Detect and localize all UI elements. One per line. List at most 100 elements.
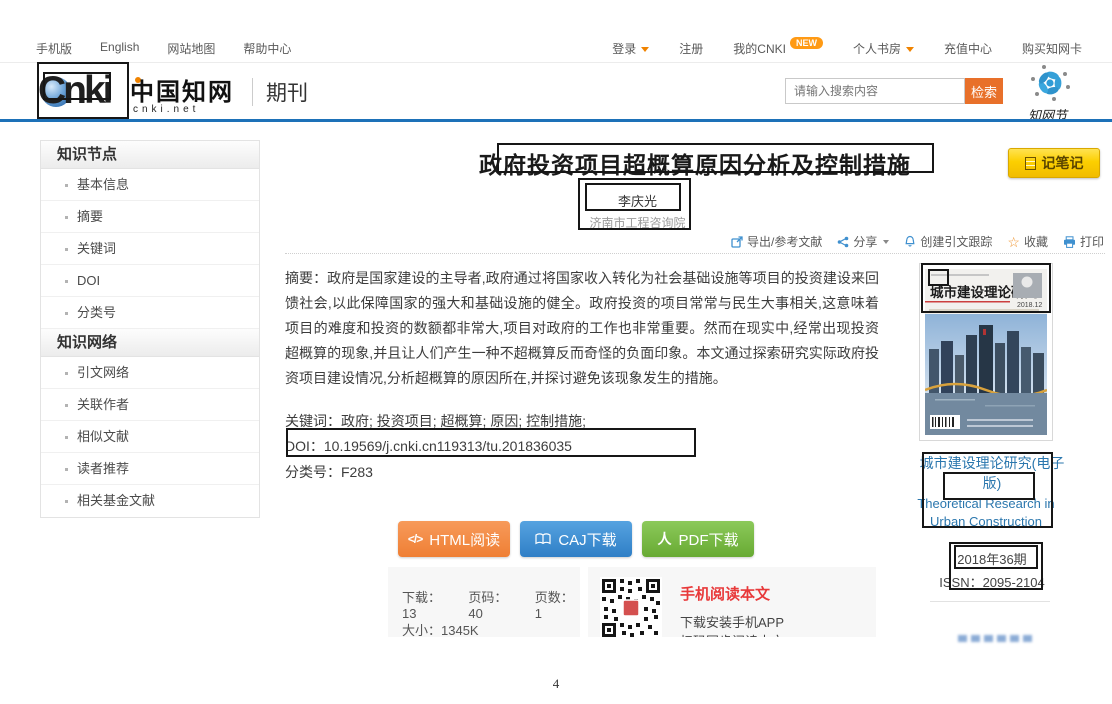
nav-help-center[interactable]: 帮助中心: [243, 40, 291, 57]
section-journal-label: 期刊: [266, 77, 308, 107]
doi-line: DOI：10.19569/j.cnki.cn119313/tu.20183603…: [285, 436, 572, 456]
pdf-download-button[interactable]: 人 PDF下载: [642, 521, 754, 557]
stat-page-number: 页码：40: [468, 587, 520, 621]
nav-sitemap[interactable]: 网站地图: [167, 40, 215, 57]
nav-register[interactable]: 注册: [679, 40, 703, 57]
sidebar-item-doi[interactable]: DOI: [41, 265, 259, 297]
export-icon: [731, 236, 743, 248]
dotted-separator: [285, 253, 1105, 254]
abstract-paragraph: 摘要：政府是国家建设的主导者,政府通过将国家收入转化为社会基础设施等项目的投资建…: [285, 266, 879, 391]
abstract-text: 政府是国家建设的主导者,政府通过将国家收入转化为社会基础设施等项目的投资建设来回…: [285, 270, 879, 386]
mobile-read-panel: 手机阅读本文 下载安装手机APP 扫码同步阅读本文: [588, 567, 876, 637]
print-button[interactable]: 打印: [1063, 233, 1104, 250]
bell-icon: [904, 235, 916, 248]
stat-downloads: 下载：13: [402, 587, 454, 621]
keywords-line: 关键词：政府; 投资项目; 超概算; 原因; 控制措施;: [285, 411, 586, 431]
journal-issue-link[interactable]: 2018年36期: [912, 549, 1072, 568]
header-blue-line: [0, 119, 1112, 122]
page-number: 4: [0, 676, 1112, 692]
printer-icon: [1063, 236, 1076, 248]
favorite-button[interactable]: ☆ 收藏: [1007, 233, 1048, 250]
bullet-icon: [65, 404, 68, 407]
pdf-person-icon: 人: [657, 529, 671, 549]
doi-value: 10.19569/j.cnki.cn119313/tu.201836035: [324, 438, 572, 454]
sidebar-item-reader-recommendation[interactable]: 读者推荐: [41, 453, 259, 485]
nav-mobile-version[interactable]: 手机版: [36, 40, 72, 57]
journal-name-link[interactable]: 城市建设理论研究(电子版): [912, 453, 1072, 493]
logo-domain-text: cnki.net: [133, 104, 199, 115]
stat-size: 大小：1345K: [402, 623, 479, 637]
mobile-read-line1: 下载安装手机APP: [680, 612, 784, 631]
journal-issn: ISSN：2095-2104: [912, 572, 1072, 591]
clipped-link-stub: [958, 635, 1032, 642]
nav-my-cnki[interactable]: 我的CNKINEW: [733, 40, 823, 57]
star-icon: ☆: [1007, 236, 1020, 248]
qr-code: [600, 577, 662, 637]
cnki-node-icon[interactable]: [1022, 62, 1078, 106]
new-badge: NEW: [790, 37, 823, 49]
sidebar-group-knowledge-node: 知识节点: [41, 141, 259, 169]
sidebar-item-basic-info[interactable]: 基本信息: [41, 169, 259, 201]
journal-cover-image[interactable]: 城市建设理论研究 2018.12: [919, 263, 1053, 441]
bullet-icon: [65, 372, 68, 375]
search-input[interactable]: [785, 78, 965, 104]
cnki-article-page: 手机版 English 网站地图 帮助中心 登录 注册 我的CNKINEW 个人…: [0, 0, 1112, 704]
bullet-icon: [65, 312, 68, 315]
nav-personal-study[interactable]: 个人书房: [853, 40, 914, 57]
book-icon: [535, 533, 551, 545]
citation-tracking-button[interactable]: 创建引文跟踪: [904, 233, 992, 250]
chevron-down-icon: [906, 47, 914, 52]
share-icon: [837, 236, 849, 248]
nav-login[interactable]: 登录: [612, 40, 649, 57]
sidebar-item-clc[interactable]: 分类号: [41, 297, 259, 329]
sidebar-item-abstract[interactable]: 摘要: [41, 201, 259, 233]
sidebar-item-related-authors[interactable]: 关联作者: [41, 389, 259, 421]
stat-page-count: 页数：1: [535, 587, 580, 621]
bullet-icon: [65, 436, 68, 439]
nav-english[interactable]: English: [100, 40, 139, 57]
top-divider: [0, 62, 1112, 63]
sidebar-item-related-fund-literature[interactable]: 相关基金文献: [41, 485, 259, 517]
article-affiliation: 济南市工程咨询院: [285, 214, 990, 231]
bullet-icon: [65, 248, 68, 251]
search-button[interactable]: 检索: [965, 78, 1003, 104]
html-read-button[interactable]: </> HTML阅读: [398, 521, 510, 557]
caret-down-icon: [883, 240, 889, 244]
mobile-read-title: 手机阅读本文: [680, 583, 770, 604]
article-toolbar: 导出/参考文献 分享 创建引文跟踪 ☆ 收藏 打印: [731, 233, 1104, 250]
sidebar: 知识节点 基本信息 摘要 关键词 DOI 分类号 知识网络 引文网络 关联作者 …: [40, 140, 260, 518]
export-reference-button[interactable]: 导出/参考文献: [731, 233, 822, 250]
header-vertical-divider: [252, 78, 253, 106]
logo-latin-text: Cnki: [38, 66, 111, 116]
logo-chinese-text: 中国知网: [130, 72, 234, 107]
caj-download-button[interactable]: CAJ下载: [520, 521, 632, 557]
abstract-label: 摘要：: [285, 270, 327, 286]
sidebar-item-similar-literature[interactable]: 相似文献: [41, 421, 259, 453]
journal-name-english[interactable]: Theoretical Research in Urban Constructi…: [916, 495, 1056, 531]
bullet-icon: [65, 280, 68, 283]
nav-recharge-center[interactable]: 充值中心: [944, 40, 992, 57]
keywords-values[interactable]: 政府; 投资项目; 超概算; 原因; 控制措施;: [341, 413, 586, 429]
top-nav-right: 登录 注册 我的CNKINEW 个人书房 充值中心 购买知网卡: [612, 40, 1082, 57]
chevron-down-icon: [641, 47, 649, 52]
bullet-icon: [65, 216, 68, 219]
journal-column-divider: [930, 601, 1050, 602]
sidebar-item-keywords[interactable]: 关键词: [41, 233, 259, 265]
bullet-icon: [65, 184, 68, 187]
sidebar-group-knowledge-network: 知识网络: [41, 329, 259, 357]
stats-panel: 下载：13 页码：40 页数：1 大小：1345K: [388, 567, 580, 637]
bullet-icon: [65, 468, 68, 471]
cnki-logo[interactable]: Cnki 中国知网 cnki.net: [38, 66, 268, 118]
bullet-icon: [65, 500, 68, 503]
nav-buy-card[interactable]: 购买知网卡: [1022, 40, 1082, 57]
mobile-read-line2: 扫码同步阅读本文: [680, 631, 784, 637]
article-title: 政府投资项目超概算原因分析及控制措施: [285, 146, 1105, 180]
code-icon: </>: [408, 532, 422, 546]
sidebar-item-citation-network[interactable]: 引文网络: [41, 357, 259, 389]
article-author[interactable]: 李庆光: [285, 191, 990, 210]
clc-line: 分类号：F283: [285, 462, 373, 482]
top-nav-left: 手机版 English 网站地图 帮助中心: [36, 40, 291, 57]
clc-value: F283: [341, 464, 373, 480]
share-button[interactable]: 分享: [837, 233, 889, 250]
svg-text:2018.12: 2018.12: [1017, 302, 1042, 309]
